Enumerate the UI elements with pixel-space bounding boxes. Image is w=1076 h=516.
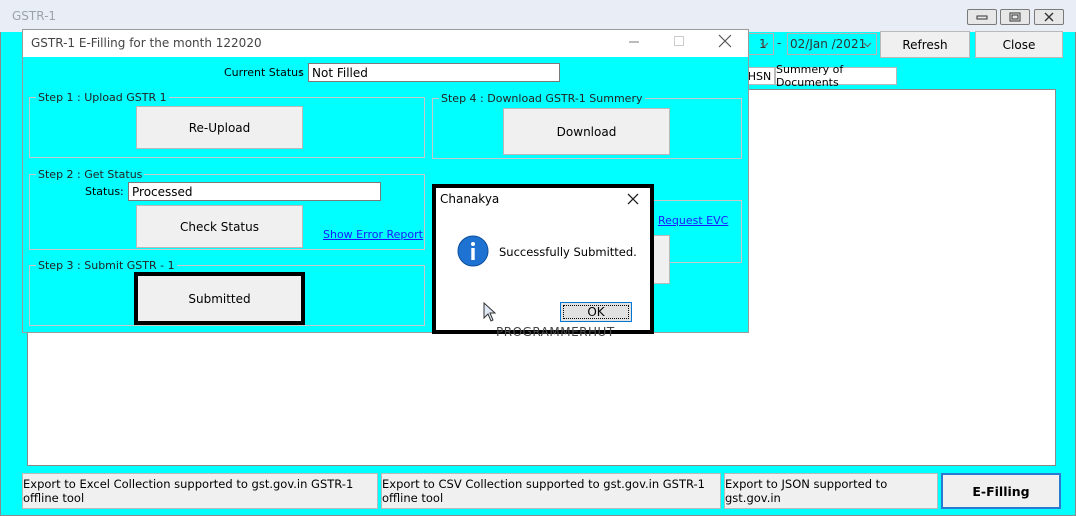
status-label: Status [85, 185, 121, 198]
tab-summery-of-documents[interactable]: Summery of Documents [775, 63, 897, 89]
close-button[interactable]: Close [975, 31, 1063, 58]
minimize-icon [976, 15, 988, 20]
ok-button[interactable]: OK [560, 302, 632, 322]
dialog-maximize-button[interactable] [673, 35, 685, 50]
check-status-button[interactable]: Check Status [136, 205, 303, 248]
message-text: Successfully Submitted. [499, 245, 637, 259]
watermark: PROGRAMMERHUT [496, 325, 615, 339]
current-status-label: Current Status [224, 66, 304, 79]
maximize-icon [674, 36, 684, 46]
dialog-minimize-button[interactable] [628, 35, 640, 50]
step3-title: Step 3 : Submit GSTR - 1 [36, 259, 177, 272]
main-window-title: GSTR-1 [12, 9, 57, 23]
dialog-close-button[interactable] [718, 34, 732, 51]
close-icon [627, 193, 639, 205]
submitted-button[interactable]: Submitted [134, 272, 305, 325]
step1-title: Step 1 : Upload GSTR 1 [36, 91, 169, 104]
close-icon [718, 34, 732, 48]
export-excel-button[interactable]: Export to Excel Collection supported to … [22, 473, 378, 509]
export-json-button[interactable]: Export to JSON supported to gst.gov.in [724, 473, 938, 509]
maximize-icon [1009, 12, 1021, 22]
main-titlebar [0, 0, 1076, 32]
chevron-down-icon [863, 42, 872, 48]
reupload-button[interactable]: Re-Upload [136, 106, 303, 149]
date-to-picker[interactable]: 02/Jan /2021 [787, 33, 877, 55]
main-close-button[interactable] [1034, 9, 1064, 25]
request-evc-link[interactable]: Request EVC [658, 214, 728, 227]
minimize-button[interactable] [967, 9, 997, 25]
current-status-colon: : [299, 66, 303, 79]
minimize-icon [629, 41, 639, 43]
refresh-button[interactable]: Refresh [880, 31, 970, 58]
message-box-title: Chanakya [440, 192, 500, 206]
efilling-button[interactable]: E-Filling [941, 473, 1061, 509]
efiling-dialog-title: GSTR-1 E-Filling for the month 122020 [31, 36, 262, 50]
date-from-picker[interactable]: 1 [746, 33, 774, 55]
date-separator: - [777, 36, 782, 50]
download-button[interactable]: Download [503, 108, 670, 155]
step4-title: Step 4 : Download GSTR-1 Summery [439, 92, 645, 105]
maximize-button[interactable] [1000, 9, 1030, 25]
export-csv-button[interactable]: Export to CSV Collection supported to gs… [381, 473, 721, 509]
show-error-report-link[interactable]: Show Error Report [323, 228, 423, 241]
chevron-down-icon [760, 42, 769, 48]
status-field[interactable]: Processed [128, 182, 381, 201]
current-status-field[interactable]: Not Filled [308, 63, 560, 82]
close-icon [1044, 12, 1054, 22]
message-box-close-button[interactable] [626, 192, 640, 209]
info-icon [457, 235, 489, 270]
step2-title: Step 2 : Get Status [36, 168, 145, 181]
status-colon: : [120, 185, 124, 198]
mouse-cursor-icon [483, 301, 497, 325]
